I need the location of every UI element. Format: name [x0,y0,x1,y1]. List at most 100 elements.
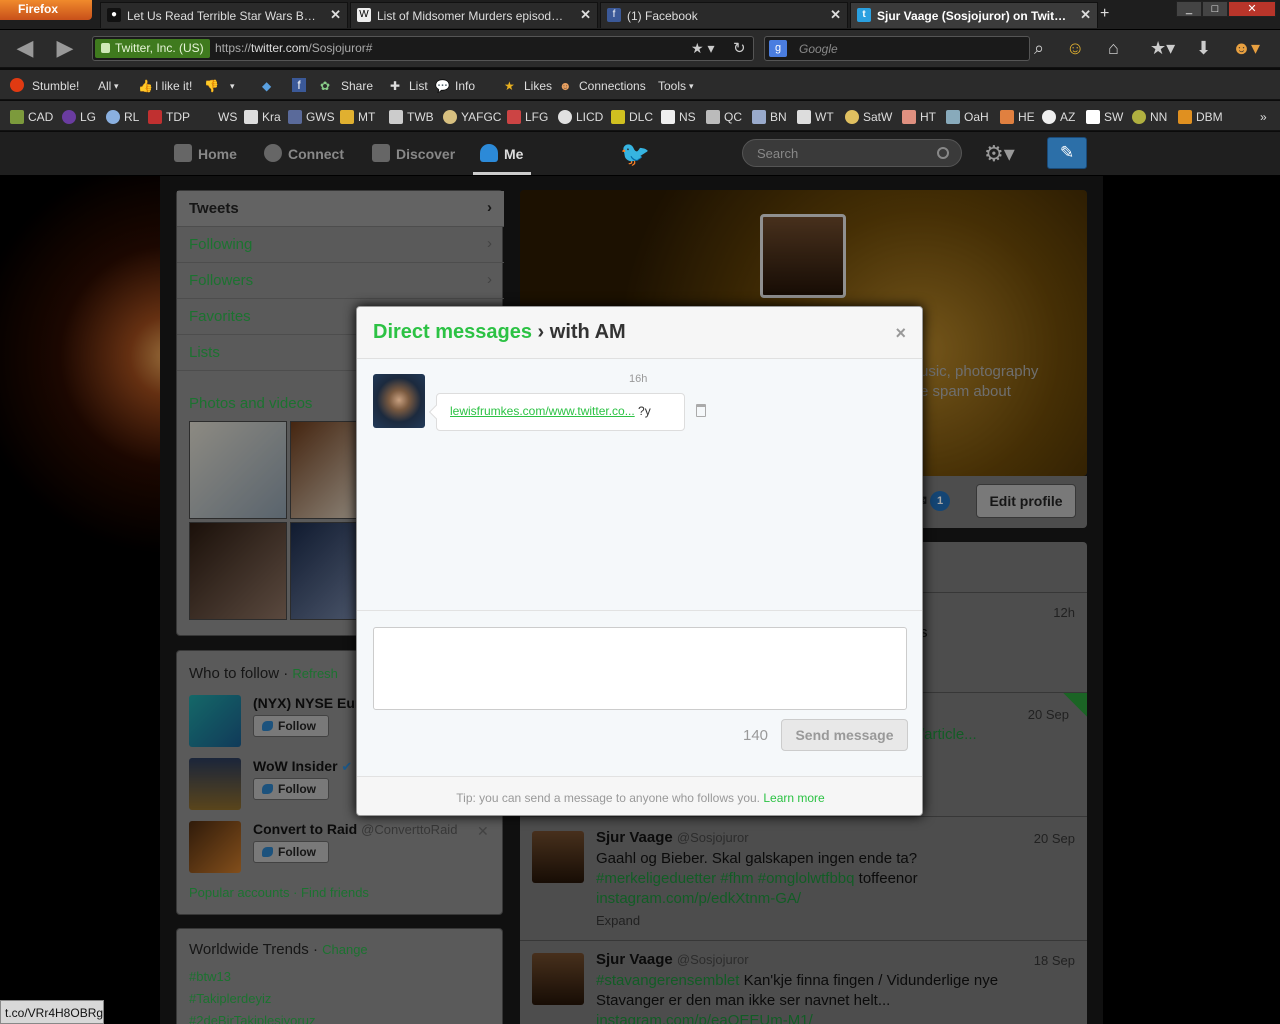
bookmark-item[interactable]: NS [661,110,696,124]
bookmark-item[interactable]: RL [106,110,139,124]
bookmark-item[interactable]: YAFGC [443,110,501,124]
maximize-button[interactable]: □ [1202,1,1228,17]
nav-discover-label: Discover [396,146,456,162]
dialog-tip: Tip: you can send a message to anyone wh… [357,777,922,815]
close-icon[interactable]: × [895,323,906,344]
favicon-icon [661,110,675,124]
tag-icon[interactable]: ◆ [262,79,271,93]
bookmark-item[interactable]: TDP [148,110,190,124]
close-icon[interactable]: ✕ [1080,7,1091,23]
bookmark-item[interactable]: LFG [507,110,548,124]
bookmark-item[interactable]: TWB [389,110,434,124]
tab-bar: Firefox ● Let Us Read Terrible Star Wars… [0,0,1280,30]
twitter-search-input[interactable]: Search [742,139,962,167]
url-bar[interactable]: Twitter, Inc. (US) https://twitter.com/S… [92,36,754,61]
bookmark-item[interactable]: Kra [244,110,281,124]
favicon-icon [706,110,720,124]
search-icon[interactable] [937,147,949,159]
lock-icon [101,43,110,53]
bookmark-item[interactable]: HT [902,110,936,124]
thumbs-up-icon[interactable]: 👍 [138,79,153,93]
close-window-button[interactable]: ✕ [1228,1,1276,17]
conversation-thread[interactable]: 16h lewisfrumkes.com/www.twitter.co... ?… [357,359,922,611]
bookmark-item[interactable]: DBM [1178,110,1223,124]
back-icon[interactable]: ◀ [10,36,40,62]
bookmark-item[interactable]: LG [62,110,96,124]
thumbs-down-icon[interactable]: 👎 [204,79,219,93]
reload-icon[interactable]: ↻ [733,39,746,57]
firefox-menu-button[interactable]: Firefox [0,0,92,20]
tools-menu[interactable]: Tools [658,79,686,93]
nav-discover[interactable]: Discover [372,144,455,162]
tab-facebook[interactable]: f (1) Facebook ✕ [600,2,848,28]
tab-star-wars[interactable]: ● Let Us Read Terrible Star Wars Book...… [100,2,348,28]
bookmark-item[interactable]: AZ [1042,110,1075,124]
stumble-button[interactable]: Stumble! [32,79,79,93]
site-identity-badge[interactable]: Twitter, Inc. (US) [95,39,210,58]
bookmark-item[interactable]: CAD [10,110,53,124]
minimize-button[interactable]: _ [1176,1,1202,17]
download-icon[interactable]: ⬇ [1196,38,1211,59]
more-bookmarks-icon[interactable]: » [1260,110,1267,124]
bookmark-label: SW [1104,110,1124,124]
close-icon[interactable]: ✕ [830,7,841,23]
chevron-down-icon[interactable]: ▾ [114,81,119,92]
gear-icon[interactable]: ⚙▾ [984,141,1015,167]
twitter-bird-icon[interactable]: 🐦 [620,140,650,169]
nav-home[interactable]: Home [174,144,237,162]
bookmarks-toolbar: CAD LG RL TDP WS Kra GWS MT TWB YAFGC LF… [0,101,1280,131]
connections-button[interactable]: Connections [579,79,646,93]
smiley-icon[interactable]: ☺ [1066,38,1084,59]
list-button[interactable]: List [409,79,428,93]
nav-me[interactable]: Me [480,144,523,162]
bookmarks-icon[interactable]: ★▾ [1150,38,1175,59]
favicon-icon [1178,110,1192,124]
compose-tweet-button[interactable]: ✎ [1047,137,1087,169]
bookmark-item[interactable]: HE [1000,110,1035,124]
nav-connect[interactable]: Connect [264,144,344,162]
home-icon[interactable]: ⌂ [1108,38,1119,59]
message-input[interactable] [373,627,907,710]
likes-button[interactable]: Likes [524,79,552,93]
like-button[interactable]: I like it! [155,79,192,93]
forward-icon[interactable]: ▶ [50,36,80,62]
new-tab-button[interactable]: + [1100,5,1109,23]
bookmark-item[interactable]: SW [1086,110,1123,124]
bookmark-item[interactable]: SatW [845,110,892,124]
info-button[interactable]: Info [455,79,475,93]
hash-icon [372,144,390,162]
learn-more-link[interactable]: Learn more [763,791,824,805]
bookmark-item[interactable]: GWS [288,110,335,124]
message-link[interactable]: lewisfrumkes.com/www.twitter.co... [450,404,635,418]
tab-twitter[interactable]: t Sjur Vaage (Sosjojuror) on Twitter ✕ [850,2,1098,28]
share-button[interactable]: Share [341,79,373,93]
send-message-button[interactable]: Send message [781,719,908,751]
bookmark-star-icon[interactable]: ★ ▾ [691,40,714,57]
all-dropdown[interactable]: All [98,79,111,93]
bookmark-item[interactable]: OaH [946,110,989,124]
google-icon[interactable]: g [769,40,787,57]
favicon-icon [244,110,258,124]
url-text[interactable]: https://twitter.com/Sosjojuror# [215,41,372,55]
direct-messages-link[interactable]: Direct messages [373,321,532,343]
search-icon[interactable]: ⌕ [1034,38,1044,59]
favicon-icon [1132,110,1146,124]
trash-icon[interactable] [696,404,706,417]
bookmark-item[interactable]: WS [218,110,237,124]
bookmark-item[interactable]: NN [1132,110,1167,124]
bookmark-item[interactable]: MT [340,110,375,124]
bookmark-item[interactable]: QC [706,110,742,124]
bookmark-item[interactable]: LICD [558,110,603,124]
close-icon[interactable]: ✕ [580,7,591,23]
facebook-icon[interactable]: f [292,78,306,92]
sender-avatar[interactable] [373,374,425,428]
close-icon[interactable]: ✕ [330,7,341,23]
search-bar[interactable]: g Google [764,36,1030,61]
chevron-down-icon[interactable]: ▾ [689,81,694,92]
tab-midsomer[interactable]: W List of Midsomer Murders episodes ... … [350,2,598,28]
bookmark-item[interactable]: WT [797,110,834,124]
chevron-down-icon[interactable]: ▾ [230,81,235,92]
greasemonkey-icon[interactable]: ☻▾ [1232,38,1260,59]
bookmark-item[interactable]: DLC [611,110,653,124]
bookmark-item[interactable]: BN [752,110,787,124]
